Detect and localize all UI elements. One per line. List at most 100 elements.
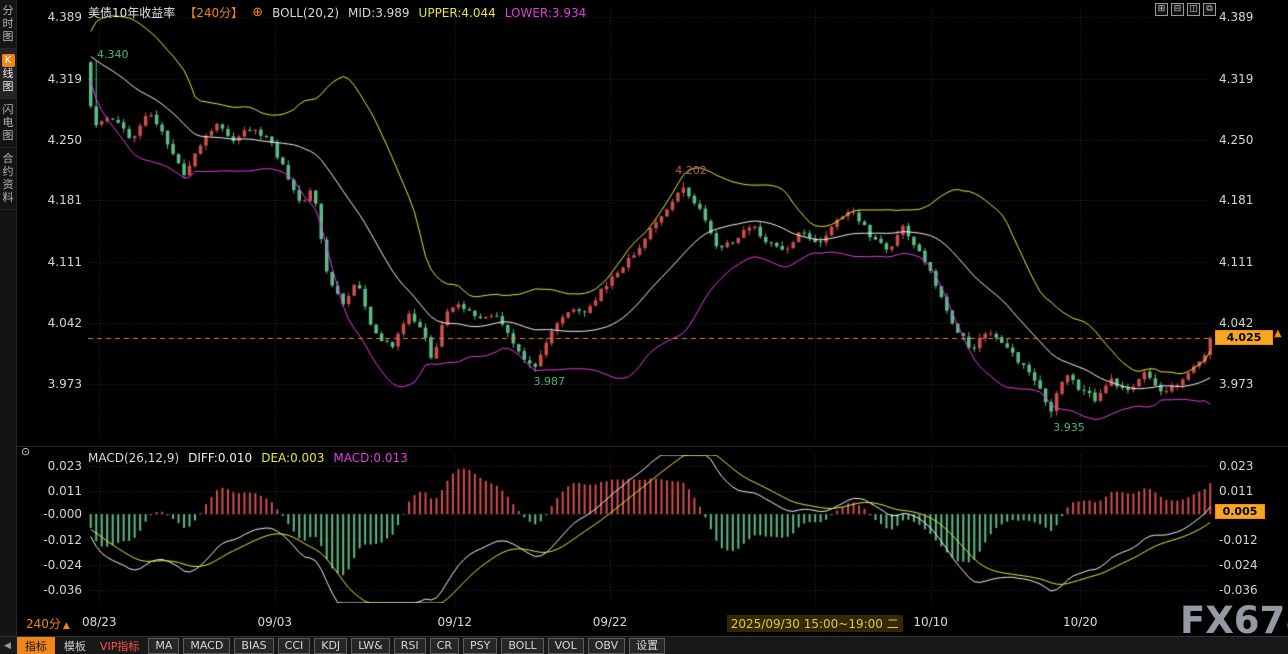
left-sidebar: 分时图K线图闪电图合约资料 bbox=[0, 0, 17, 636]
price-marker-arrow: ▲ bbox=[1274, 328, 1282, 339]
price-tick-label: 4.111 bbox=[30, 255, 82, 269]
macd-header: MACD(26,12,9) DIFF:0.010 DEA:0.003 MACD:… bbox=[88, 451, 408, 465]
sidebar-item-char: 图 bbox=[3, 130, 14, 142]
boll-lower-value: LOWER:3.934 bbox=[505, 6, 587, 20]
lwr-button[interactable]: LW& bbox=[351, 638, 390, 654]
settings-button[interactable]: 设置 bbox=[629, 638, 665, 654]
macd-tick-label: 0.011 bbox=[1219, 484, 1279, 498]
macd-tick-label: 0.011 bbox=[30, 484, 82, 498]
macd-tick-label: -0.036 bbox=[1219, 583, 1279, 597]
macd-tick-label: -0.012 bbox=[30, 533, 82, 547]
price-tick-label: 4.319 bbox=[30, 72, 82, 86]
sidebar-item-kline-chart[interactable]: K线图 bbox=[0, 49, 16, 99]
window-controls: ⊞⊟◫⧉ bbox=[1155, 3, 1216, 16]
price-annotation: 3.987 bbox=[534, 375, 566, 388]
boll-indicator-label: BOLL(20,2) bbox=[272, 6, 339, 20]
ma-button[interactable]: MA bbox=[148, 638, 179, 654]
indicator-tab[interactable]: 指标 bbox=[17, 637, 55, 654]
panel-toggle-icon[interactable]: ⊙ bbox=[21, 445, 30, 458]
trading-terminal: 分时图K线图闪电图合约资料 美债10年收益率 【240分】 ⊕ BOLL(20,… bbox=[0, 0, 1288, 654]
vol-button[interactable]: VOL bbox=[548, 638, 584, 654]
macd-diff-value: DIFF:0.010 bbox=[188, 451, 252, 465]
price-annotation: 4.202 bbox=[675, 164, 707, 177]
time-tick-label: 09/22 bbox=[593, 615, 628, 629]
bias-button[interactable]: BIAS bbox=[234, 638, 273, 654]
macd-value-badge: 0.005 bbox=[1215, 504, 1265, 519]
selected-time-label: 2025/09/30 15:00~19:00 二 bbox=[727, 615, 903, 632]
price-tick-label: 3.973 bbox=[30, 377, 82, 391]
price-tick-label: 4.250 bbox=[1219, 133, 1279, 147]
price-annotation: 4.340 bbox=[97, 48, 129, 61]
sidebar-item-contract-info[interactable]: 合约资料 bbox=[0, 148, 16, 210]
period-selector[interactable]: 240分▲ bbox=[26, 615, 70, 632]
sidebar-item-char: 资 bbox=[3, 179, 14, 191]
time-tick-label: 08/23 bbox=[82, 615, 117, 629]
instrument-title: 美债10年收益率 bbox=[88, 4, 175, 21]
sidebar-item-char: 图 bbox=[3, 31, 14, 43]
toolbar-back-icon[interactable]: ◀ bbox=[4, 641, 11, 651]
vip-indicator-tab[interactable]: VIP指标 bbox=[95, 637, 144, 654]
macd-macd-value: MACD:0.013 bbox=[333, 451, 407, 465]
sidebar-item-time-chart[interactable]: 分时图 bbox=[0, 0, 16, 49]
chart-header: 美债10年收益率 【240分】 ⊕ BOLL(20,2) MID:3.989 U… bbox=[88, 4, 586, 21]
macd-tick-label: 0.023 bbox=[1219, 459, 1279, 473]
sidebar-item-char: 料 bbox=[3, 192, 14, 204]
price-tick-label: 4.319 bbox=[1219, 72, 1279, 86]
cci-button[interactable]: CCI bbox=[278, 638, 311, 654]
time-tick-label: 10/20 bbox=[1063, 615, 1098, 629]
period-selector-label: 240分 bbox=[26, 617, 61, 631]
k-badge-icon: K bbox=[2, 54, 15, 67]
sidebar-item-char: 合 bbox=[3, 153, 14, 165]
price-tick-label: 4.111 bbox=[1219, 255, 1279, 269]
macd-indicator-label: MACD(26,12,9) bbox=[88, 451, 179, 465]
macd-tick-label: -0.036 bbox=[30, 583, 82, 597]
macd-dea-value: DEA:0.003 bbox=[261, 451, 324, 465]
boll-mid-value: MID:3.989 bbox=[348, 6, 410, 20]
price-tick-label: 4.042 bbox=[30, 316, 82, 330]
last-price-badge: 4.025 bbox=[1215, 330, 1273, 345]
macd-chart[interactable] bbox=[88, 455, 1213, 603]
cr-button[interactable]: CR bbox=[430, 638, 459, 654]
sidebar-item-flash-chart[interactable]: 闪电图 bbox=[0, 99, 16, 148]
cascade-window-icon[interactable]: ⧉ bbox=[1203, 3, 1216, 16]
time-tick-label: 09/12 bbox=[437, 615, 472, 629]
sidebar-item-char: 闪 bbox=[3, 104, 14, 116]
macd-tick-label: -0.024 bbox=[1219, 558, 1279, 572]
price-tick-label: 4.181 bbox=[30, 193, 82, 207]
boll-upper-value: UPPER:4.044 bbox=[419, 6, 496, 20]
main-price-chart[interactable] bbox=[88, 8, 1213, 438]
price-tick-label: 4.042 bbox=[1219, 316, 1279, 330]
sidebar-item-char: 电 bbox=[3, 117, 14, 129]
sidebar-item-char: 分 bbox=[3, 5, 14, 17]
template-tab[interactable]: 模板 bbox=[59, 637, 91, 654]
add-window-icon[interactable]: ⊞ bbox=[1155, 3, 1168, 16]
psy-button[interactable]: PSY bbox=[463, 638, 497, 654]
tile-window-icon[interactable]: ◫ bbox=[1187, 3, 1200, 16]
sidebar-item-char: 时 bbox=[3, 18, 14, 30]
price-tick-label: 4.250 bbox=[30, 133, 82, 147]
sidebar-item-char: 线 bbox=[3, 68, 14, 80]
macd-tick-label: -0.000 bbox=[30, 507, 82, 521]
macd-button[interactable]: MACD bbox=[183, 638, 230, 654]
panel-divider bbox=[17, 446, 1288, 447]
split-window-icon[interactable]: ⊟ bbox=[1171, 3, 1184, 16]
price-annotation: 3.935 bbox=[1053, 421, 1085, 434]
time-tick-label: 09/03 bbox=[257, 615, 292, 629]
macd-tick-label: -0.012 bbox=[1219, 533, 1279, 547]
up-triangle-icon: ▲ bbox=[63, 621, 70, 631]
macd-tick-label: 0.023 bbox=[30, 459, 82, 473]
period-tag: 【240分】 bbox=[184, 4, 243, 21]
link-icon[interactable]: ⊕ bbox=[252, 5, 263, 20]
rsi-button[interactable]: RSI bbox=[394, 638, 426, 654]
price-tick-label: 4.389 bbox=[30, 10, 82, 24]
kdj-button[interactable]: KDJ bbox=[314, 638, 347, 654]
obv-button[interactable]: OBV bbox=[588, 638, 625, 654]
price-tick-label: 4.389 bbox=[1219, 10, 1279, 24]
price-tick-label: 4.181 bbox=[1219, 193, 1279, 207]
time-tick-label: 10/10 bbox=[913, 615, 948, 629]
boll-button[interactable]: BOLL bbox=[501, 638, 543, 654]
price-tick-label: 3.973 bbox=[1219, 377, 1279, 391]
sidebar-item-char: 约 bbox=[3, 166, 14, 178]
sidebar-item-char: 图 bbox=[3, 81, 14, 93]
bottom-toolbar: ◀ 指标模板VIP指标MAMACDBIAS CCIKDJLW&RSICRPSYBOL… bbox=[0, 636, 1288, 654]
